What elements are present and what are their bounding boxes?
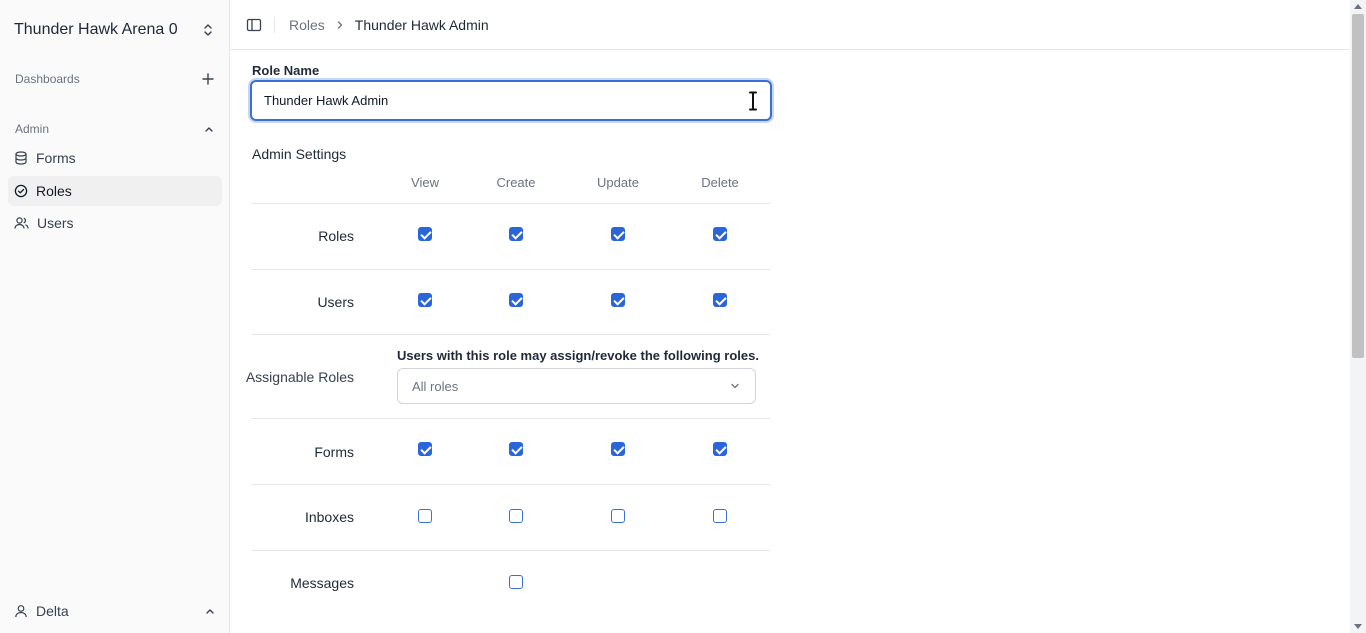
user-icon bbox=[15, 605, 27, 618]
row-divider bbox=[252, 550, 770, 551]
breadcrumb: Roles Thunder Hawk Admin bbox=[289, 17, 489, 33]
messages-create-checkbox[interactable] bbox=[509, 575, 523, 589]
chevrons-up-down-icon bbox=[204, 24, 212, 36]
row-divider bbox=[252, 418, 770, 419]
sidebar-toggle-icon[interactable] bbox=[246, 17, 262, 33]
check-circle-icon bbox=[14, 184, 28, 198]
users-create-checkbox[interactable] bbox=[509, 293, 523, 307]
chevron-up-icon bbox=[205, 127, 213, 132]
assignable-roles-select[interactable]: All roles bbox=[397, 368, 756, 404]
sidebar-item-users[interactable]: Users bbox=[8, 208, 222, 238]
sidebar-item-label: Roles bbox=[36, 183, 72, 199]
column-header-update: Update bbox=[597, 175, 639, 190]
roles-view-checkbox[interactable] bbox=[418, 227, 432, 241]
breadcrumb-roles-link[interactable]: Roles bbox=[289, 17, 325, 33]
column-header-view: View bbox=[411, 175, 439, 190]
sidebar-item-roles[interactable]: Roles bbox=[8, 176, 222, 206]
assignable-roles-note: Users with this role may assign/revoke t… bbox=[397, 348, 759, 363]
plus-icon[interactable] bbox=[201, 72, 215, 86]
permission-row-label: Users bbox=[317, 294, 354, 310]
roles-update-checkbox[interactable] bbox=[611, 227, 625, 241]
role-name-field[interactable] bbox=[250, 80, 772, 121]
forms-update-checkbox[interactable] bbox=[611, 442, 625, 456]
inboxes-update-checkbox[interactable] bbox=[611, 509, 625, 523]
row-divider bbox=[252, 203, 770, 204]
admin-label: Admin bbox=[15, 122, 50, 136]
admin-settings-title: Admin Settings bbox=[252, 146, 347, 162]
dashboards-label: Dashboards bbox=[15, 72, 80, 86]
user-name: Delta bbox=[36, 603, 69, 619]
inboxes-delete-checkbox[interactable] bbox=[713, 509, 727, 523]
row-divider bbox=[252, 484, 770, 485]
forms-delete-checkbox[interactable] bbox=[713, 442, 727, 456]
text-cursor-icon bbox=[749, 91, 757, 111]
vertical-scrollbar[interactable] bbox=[1350, 0, 1366, 633]
inboxes-view-checkbox[interactable] bbox=[418, 509, 432, 523]
scroll-thumb[interactable] bbox=[1352, 14, 1364, 358]
permission-row-label: Roles bbox=[318, 228, 354, 244]
sidebar-item-label: Users bbox=[37, 215, 74, 231]
top-bar: Roles Thunder Hawk Admin bbox=[230, 0, 1350, 50]
forms-view-checkbox[interactable] bbox=[418, 442, 432, 456]
toolbar-divider bbox=[274, 16, 275, 33]
forms-create-checkbox[interactable] bbox=[509, 442, 523, 456]
users-icon bbox=[14, 217, 29, 229]
chevron-down-icon bbox=[731, 383, 739, 389]
sidebar: Thunder Hawk Arena 0 Dashboards Admin Fo… bbox=[0, 0, 230, 633]
admin-section[interactable]: Admin bbox=[8, 115, 222, 143]
dashboards-section: Dashboards bbox=[8, 65, 222, 93]
roles-create-checkbox[interactable] bbox=[509, 227, 523, 241]
select-value: All roles bbox=[412, 378, 459, 394]
database-icon bbox=[15, 151, 27, 165]
sidebar-item-label: Forms bbox=[36, 150, 76, 166]
users-update-checkbox[interactable] bbox=[611, 293, 625, 307]
role-name-input[interactable] bbox=[252, 82, 770, 119]
workspace-switcher[interactable]: Thunder Hawk Arena 0 bbox=[8, 12, 222, 48]
sidebar-item-forms[interactable]: Forms bbox=[8, 143, 222, 173]
permission-row-label: Inboxes bbox=[304, 509, 354, 525]
users-delete-checkbox[interactable] bbox=[713, 293, 727, 307]
role-name-label: Role Name bbox=[252, 63, 320, 78]
user-menu[interactable]: Delta bbox=[8, 596, 222, 626]
permission-row-label: Assignable Roles bbox=[245, 369, 354, 385]
chevron-right-icon bbox=[337, 20, 342, 29]
breadcrumb-current: Thunder Hawk Admin bbox=[354, 16, 489, 33]
workspace-name: Thunder Hawk Arena 0 bbox=[14, 21, 178, 38]
chevron-up-icon bbox=[206, 609, 214, 614]
column-header-create: Create bbox=[496, 175, 536, 190]
scroll-down-arrow[interactable] bbox=[1354, 624, 1362, 629]
inboxes-create-checkbox[interactable] bbox=[509, 509, 523, 523]
permission-row-label: Messages bbox=[290, 575, 354, 591]
column-header-delete: Delete bbox=[701, 175, 739, 190]
scroll-up-arrow[interactable] bbox=[1354, 4, 1362, 9]
permission-row-label: Forms bbox=[314, 444, 354, 460]
row-divider bbox=[252, 334, 770, 335]
roles-delete-checkbox[interactable] bbox=[713, 227, 727, 241]
users-view-checkbox[interactable] bbox=[418, 293, 432, 307]
row-divider bbox=[252, 269, 770, 270]
